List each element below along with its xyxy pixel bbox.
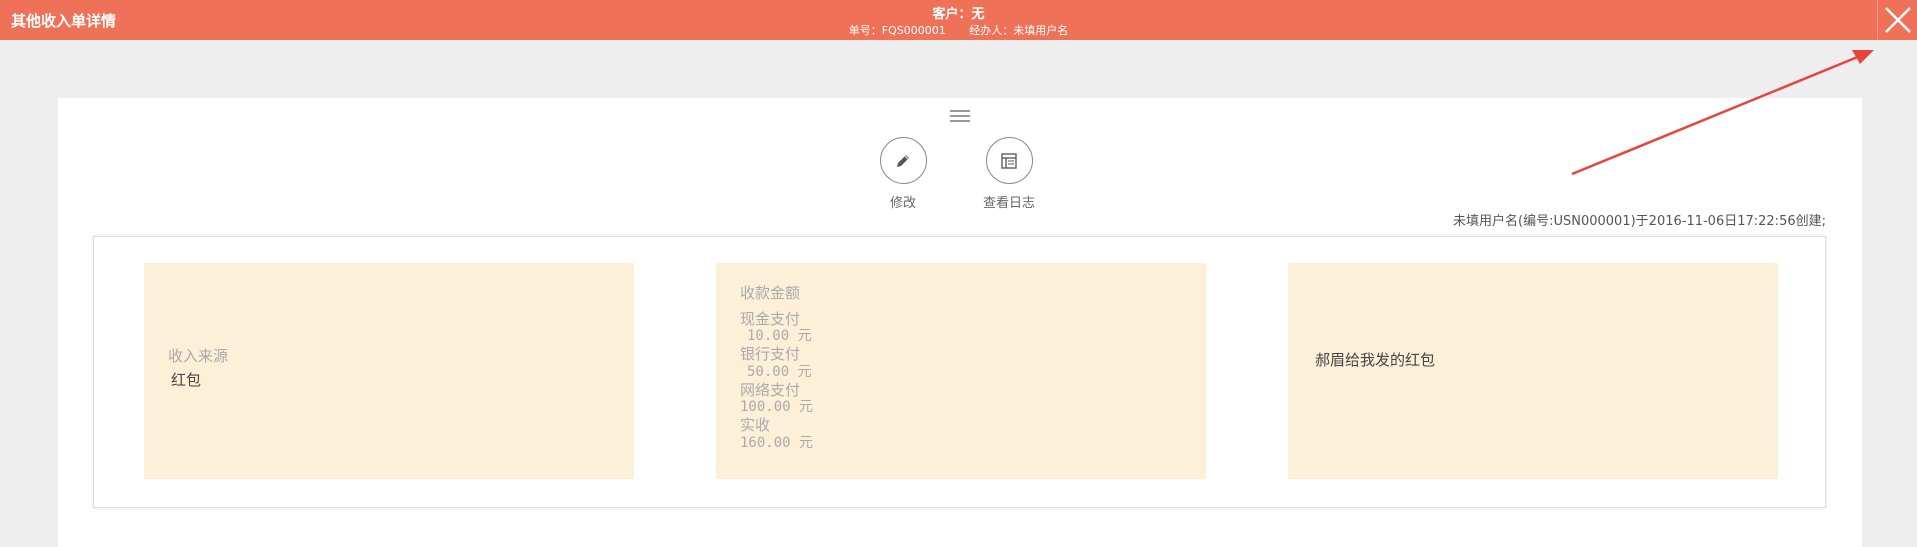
order-meta: 单号：FQS000001 经办人：未填用户名 (0, 22, 1917, 38)
view-log-circle[interactable] (985, 137, 1033, 184)
pencil-icon (897, 154, 909, 167)
payment-label: 实收 (740, 415, 771, 434)
view-log-label: 查看日志 (982, 196, 1035, 211)
close-icon (1884, 7, 1911, 33)
payment-label: 银行支付 (740, 345, 801, 364)
handler-info: 经办人：未填用户名 (969, 24, 1069, 37)
customer-info: 客户：无 (932, 7, 985, 22)
note-text: 郝眉给我发的红包 (1315, 351, 1436, 369)
log-icon (1001, 152, 1017, 169)
payment-value: 50.00 元 (747, 363, 812, 380)
note-box: 郝眉给我发的红包 (1288, 263, 1778, 479)
amount-title: 收款金额 (740, 284, 801, 302)
income-source-box: 收入来源 红包 (144, 263, 634, 479)
edit-circle[interactable] (879, 137, 927, 184)
amount-list: 收款金额 现金支付 10.00 元 银行支付 50.00 元 网络支付 100.… (740, 284, 814, 452)
detail-card: 修改 查看日志 未填用户名(编号:USN000001)于2016-11-06日1… (58, 98, 1862, 547)
created-info: 未填用户名(编号:USN000001)于2016-11-06日17:22:56创… (1453, 214, 1826, 229)
view-log-button[interactable]: 查看日志 (964, 137, 1054, 211)
payment-value: 10.00 元 (747, 328, 812, 345)
edit-label: 修改 (889, 196, 916, 211)
payment-value: 100.00 元 (740, 399, 814, 416)
edit-button[interactable]: 修改 (858, 137, 948, 211)
header-bar: 其他收入单详情 客户：无 单号：FQS000001 经办人：未填用户名 (0, 0, 1917, 40)
income-source-value: 红包 (171, 371, 202, 389)
payment-label: 现金支付 (740, 309, 801, 328)
payment-value: 160.00 元 (740, 434, 814, 451)
income-source-label: 收入来源 (168, 347, 229, 365)
payment-label: 网络支付 (740, 380, 801, 399)
close-button[interactable] (1877, 0, 1917, 40)
order-number: 单号：FQS000001 (848, 24, 946, 37)
hamburger-menu-icon[interactable] (948, 108, 972, 126)
amount-box: 收款金额 现金支付 10.00 元 银行支付 50.00 元 网络支付 100.… (716, 263, 1206, 479)
details-panel: 收入来源 红包 收款金额 现金支付 10.00 元 银行支付 50.00 元 网… (93, 236, 1826, 508)
